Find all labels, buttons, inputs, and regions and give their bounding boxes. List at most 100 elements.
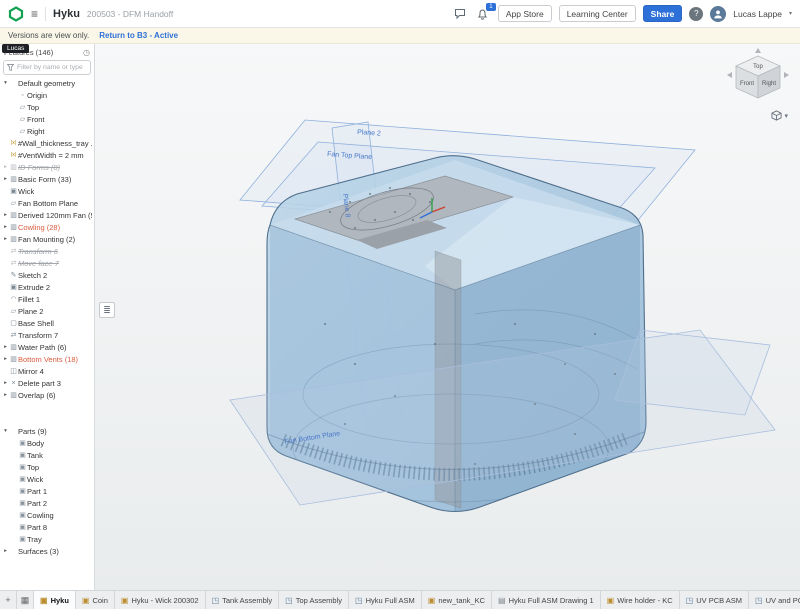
- app-store-button[interactable]: App Store: [498, 5, 552, 22]
- feature-item[interactable]: ✎ Sketch 2: [0, 269, 94, 281]
- feature-item[interactable]: ▣ Tank: [0, 449, 94, 461]
- feature-item[interactable]: ▣ Tray: [0, 533, 94, 545]
- onshape-logo-icon[interactable]: [8, 6, 24, 22]
- feature-item[interactable]: ▱ Right: [0, 125, 94, 137]
- caret-icon[interactable]: ▸: [2, 392, 9, 398]
- feature-item[interactable]: ▣ Body: [0, 437, 94, 449]
- chevron-down-icon[interactable]: ▾: [789, 10, 792, 17]
- rotate-right-arrow[interactable]: [784, 72, 789, 78]
- caret-icon[interactable]: ▸: [2, 380, 9, 386]
- feature-item[interactable]: ▣ Part 2: [0, 497, 94, 509]
- avatar[interactable]: [710, 6, 726, 22]
- feature-filter: [3, 60, 91, 75]
- document-tab[interactable]: ◳ Top Assembly: [279, 591, 349, 609]
- feature-item[interactable]: (x) #Wall_thickness_tray ...: [0, 137, 94, 149]
- document-tab[interactable]: ▣ Wire holder - KC: [601, 591, 680, 609]
- caret-icon[interactable]: ▸: [2, 236, 9, 242]
- feature-item[interactable]: ▱ Fan Bottom Plane: [0, 197, 94, 209]
- document-tab[interactable]: ◳ Hyku Full ASM: [349, 591, 422, 609]
- feature-label: Mirror 4: [18, 367, 44, 376]
- share-button[interactable]: Share: [643, 5, 683, 22]
- feature-item[interactable]: ▣ Part 8: [0, 521, 94, 533]
- feature-label: Tank: [27, 451, 43, 460]
- rotate-up-arrow[interactable]: [755, 48, 761, 53]
- feature-list-collapse-icon[interactable]: ≣: [99, 302, 115, 318]
- feature-item[interactable]: ⇄ Transform 7: [0, 329, 94, 341]
- feature-label: Surfaces (3): [18, 547, 59, 556]
- caret-icon[interactable]: ▾: [2, 428, 9, 434]
- feature-item[interactable]: ◦ Origin: [0, 89, 94, 101]
- viewcube-right-label[interactable]: Right: [762, 81, 776, 87]
- help-icon[interactable]: ?: [689, 7, 703, 21]
- feature-item[interactable]: ▸ ▥ Cowling (28): [0, 221, 94, 233]
- caret-icon[interactable]: ▸: [2, 548, 9, 554]
- feature-item[interactable]: ▱ Front: [0, 113, 94, 125]
- feature-item[interactable]: ▸ ▥ Derived 120mm Fan (5): [0, 209, 94, 221]
- feature-item[interactable]: ⇄ Move face 7: [0, 257, 94, 269]
- section-view-icon[interactable]: [784, 323, 797, 336]
- feature-item[interactable]: ⇄ Transform 6: [0, 245, 94, 257]
- rotate-left-arrow[interactable]: [727, 72, 732, 78]
- feature-item[interactable]: ▣ Wick: [0, 473, 94, 485]
- feature-item[interactable]: ▣ Wick: [0, 185, 94, 197]
- viewcube-top-label[interactable]: Top: [753, 64, 763, 70]
- view-cube[interactable]: Top Front Right: [726, 46, 790, 108]
- caret-icon[interactable]: ▸: [2, 224, 9, 230]
- comments-icon[interactable]: [452, 6, 468, 22]
- history-icon[interactable]: ◷: [83, 48, 90, 57]
- feature-item[interactable]: ▢ Base Shell: [0, 317, 94, 329]
- main-menu-icon[interactable]: ≡: [31, 7, 38, 21]
- document-tab[interactable]: ◳ UV and POWER: [749, 591, 800, 609]
- feature-item[interactable]: ▸ Surfaces (3): [0, 545, 94, 557]
- document-tab[interactable]: ▣ Hyku - Wick 200302: [115, 591, 206, 609]
- document-tab[interactable]: ◳ UV PCB ASM: [680, 591, 749, 609]
- shell-icon: ▢: [9, 319, 18, 327]
- feature-item[interactable]: ▾ Parts (9): [0, 425, 94, 437]
- assembly-icon: ◳: [285, 596, 293, 605]
- return-to-active-link[interactable]: Return to B3 - Active: [99, 31, 178, 40]
- feature-item[interactable]: ▸ × Delete part 3: [0, 377, 94, 389]
- feature-item[interactable]: ◠ Fillet 1: [0, 293, 94, 305]
- filter-input[interactable]: [17, 64, 87, 71]
- viewcube-front-label[interactable]: Front: [740, 81, 754, 87]
- feature-item[interactable]: ▣ Cowling: [0, 509, 94, 521]
- document-tab[interactable]: ▣ Coin: [76, 591, 115, 609]
- feature-label: Transform 7: [18, 331, 58, 340]
- tab-manager-icon[interactable]: ▦: [17, 591, 34, 609]
- feature-item[interactable]: ▱ Plane 2: [0, 305, 94, 317]
- learning-center-button[interactable]: Learning Center: [559, 5, 636, 22]
- part-icon: ▣: [18, 451, 27, 459]
- notifications-icon[interactable]: 1: [475, 6, 491, 22]
- document-tab[interactable]: ▤ Hyku Full ASM Drawing 1: [492, 591, 601, 609]
- feature-item[interactable]: ▸ ▥ Overlap (6): [0, 389, 94, 401]
- caret-icon[interactable]: ▸: [2, 356, 9, 362]
- render-mode-icon[interactable]: [784, 305, 797, 318]
- document-tab[interactable]: ◳ Tank Assembly: [206, 591, 280, 609]
- feature-item[interactable]: ▱ Top: [0, 101, 94, 113]
- feature-item[interactable]: (x) #VentWidth = 2 mm: [0, 149, 94, 161]
- tabs: ▣ Hyku ▣ Coin ▣ Hyku - Wick 200302 ◳ Tan…: [34, 591, 800, 609]
- caret-icon[interactable]: ▸: [2, 212, 9, 218]
- feature-item[interactable]: ▾ Default geometry: [0, 77, 94, 89]
- feature-item[interactable]: ▸ ▥ Basic Form (33): [0, 173, 94, 185]
- feature-item[interactable]: ▸ ▥ Water Path (6): [0, 341, 94, 353]
- feature-item[interactable]: ▣ Part 1: [0, 485, 94, 497]
- orbit-tool-icon[interactable]: [784, 287, 797, 300]
- feature-item[interactable]: ▸ ▥ Fan Mounting (2): [0, 233, 94, 245]
- document-tab[interactable]: ▣ new_tank_KC: [422, 591, 492, 609]
- feature-item[interactable]: ▣ Top: [0, 461, 94, 473]
- model-viewport[interactable]: Plane 2 Fan Top Plane Plane 8 Fan Bottom…: [95, 44, 800, 591]
- feature-item[interactable]: ▣ Extrude 2: [0, 281, 94, 293]
- create-tab-button[interactable]: +: [0, 591, 17, 609]
- viewport-canvas[interactable]: Plane 2 Fan Top Plane Plane 8 Fan Bottom…: [95, 44, 800, 591]
- caret-icon[interactable]: ▸: [2, 344, 9, 350]
- feature-item[interactable]: ▸ ▥ ID Forms (8): [0, 161, 94, 173]
- caret-icon[interactable]: ▸: [2, 164, 9, 170]
- caret-icon[interactable]: ▸: [2, 176, 9, 182]
- feature-item[interactable]: ▸ ▥ Bottom Vents (18): [0, 353, 94, 365]
- feature-item[interactable]: ◫ Mirror 4: [0, 365, 94, 377]
- caret-icon[interactable]: ▾: [2, 80, 9, 86]
- document-tab[interactable]: ▣ Hyku: [34, 591, 76, 609]
- user-name[interactable]: Lucas Lappe: [733, 9, 782, 19]
- view-options-dropdown[interactable]: ▾: [771, 110, 788, 121]
